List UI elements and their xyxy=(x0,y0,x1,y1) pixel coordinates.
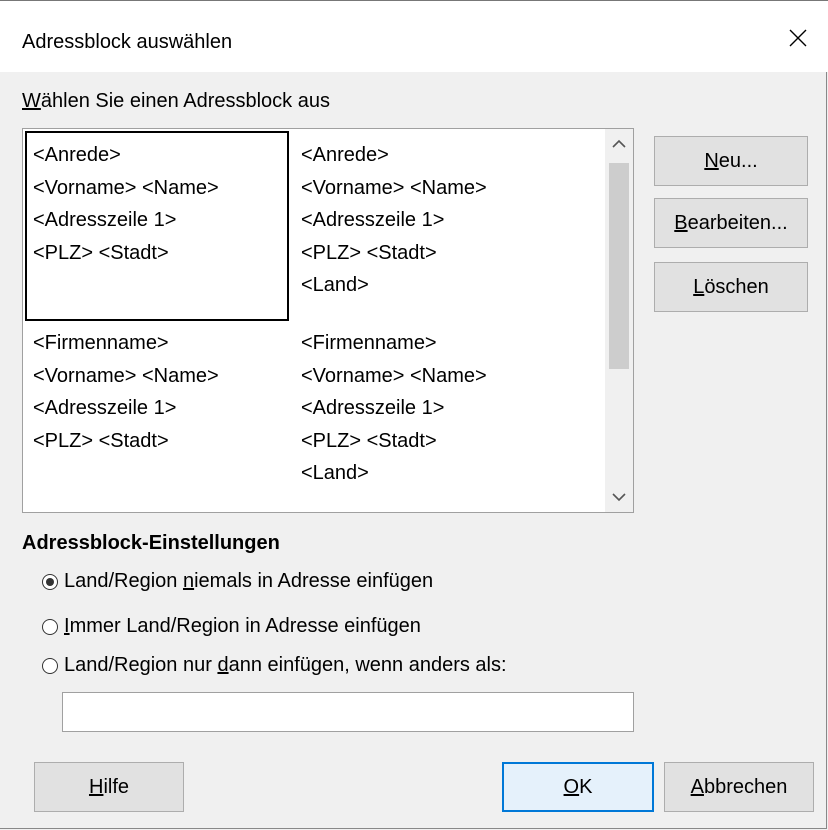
address-line: <Vorname> <Name> xyxy=(33,364,219,387)
chevron-down-icon xyxy=(612,493,626,502)
address-block-option-2[interactable]: <Anrede> <Vorname> <Name> <Adresszeile 1… xyxy=(293,131,557,321)
close-button[interactable] xyxy=(768,13,828,63)
address-line: <Anrede> xyxy=(33,144,121,166)
address-block-option-3[interactable]: <Firmenname> <Vorname> <Name> <Adresszei… xyxy=(25,319,289,509)
address-line: <Land> xyxy=(301,274,369,296)
ok-button[interactable]: OK xyxy=(502,762,654,812)
address-line: <Adresszeile 1> xyxy=(301,209,445,231)
address-line: <Firmenname> xyxy=(33,332,169,354)
address-line: <PLZ> <Stadt> xyxy=(301,429,437,452)
address-line: <PLZ> <Stadt> xyxy=(301,241,437,264)
radio-label: Immer Land/Region in Adresse einfügen xyxy=(64,615,421,637)
radio-button[interactable] xyxy=(42,618,58,635)
radio-label: Land/Region nur dann einfügen, wenn ande… xyxy=(64,654,507,676)
address-line: <Vorname> <Name> xyxy=(301,176,487,199)
title-bar: Adressblock auswählen xyxy=(0,0,828,72)
address-line: <Adresszeile 1> xyxy=(33,397,177,419)
address-line: <PLZ> <Stadt> xyxy=(33,241,169,264)
address-line: <Adresszeile 1> xyxy=(301,397,445,419)
radio-country-if-different[interactable]: Land/Region nur dann einfügen, wenn ande… xyxy=(42,654,507,677)
radio-button-checked[interactable] xyxy=(42,573,58,590)
address-line: <Adresszeile 1> xyxy=(33,209,177,231)
delete-button[interactable]: Löschen xyxy=(654,262,808,312)
scroll-up-button[interactable] xyxy=(605,129,633,159)
address-line: <Land> xyxy=(301,462,369,484)
address-line: <Vorname> <Name> xyxy=(33,176,219,199)
address-block-option-4[interactable]: <Firmenname> <Vorname> <Name> <Adresszei… xyxy=(293,319,557,509)
help-button[interactable]: Hilfe xyxy=(34,762,184,812)
address-block-list[interactable]: <Anrede> <Vorname> <Name> <Adresszeile 1… xyxy=(22,128,634,513)
cancel-button[interactable]: Abbrechen xyxy=(664,762,814,812)
chevron-up-icon xyxy=(612,139,626,148)
country-input[interactable] xyxy=(62,692,634,732)
dialog-title: Adressblock auswählen xyxy=(22,31,233,53)
scroll-thumb[interactable] xyxy=(609,163,629,369)
edit-button[interactable]: Bearbeiten... xyxy=(654,198,808,248)
radio-button[interactable] xyxy=(42,657,58,674)
scroll-down-button[interactable] xyxy=(605,482,633,512)
address-block-option-1[interactable]: <Anrede> <Vorname> <Name> <Adresszeile 1… xyxy=(25,131,289,321)
address-line: <Anrede> xyxy=(301,144,389,166)
address-block-list-label: Wählen Sie einen Adressblock aus xyxy=(22,90,330,112)
new-button[interactable]: Neu... xyxy=(654,136,808,186)
address-line: <PLZ> <Stadt> xyxy=(33,429,169,452)
close-icon xyxy=(789,29,807,47)
address-line: <Vorname> <Name> xyxy=(301,364,487,387)
radio-always-country[interactable]: Immer Land/Region in Adresse einfügen xyxy=(42,615,421,638)
radio-label: Land/Region niemals in Adresse einfügen xyxy=(64,570,434,592)
address-line: <Firmenname> xyxy=(301,332,437,354)
settings-heading: Adressblock-Einstellungen xyxy=(22,532,280,554)
list-scrollbar[interactable] xyxy=(605,129,633,512)
radio-never-country[interactable]: Land/Region niemals in Adresse einfügen xyxy=(42,570,433,593)
